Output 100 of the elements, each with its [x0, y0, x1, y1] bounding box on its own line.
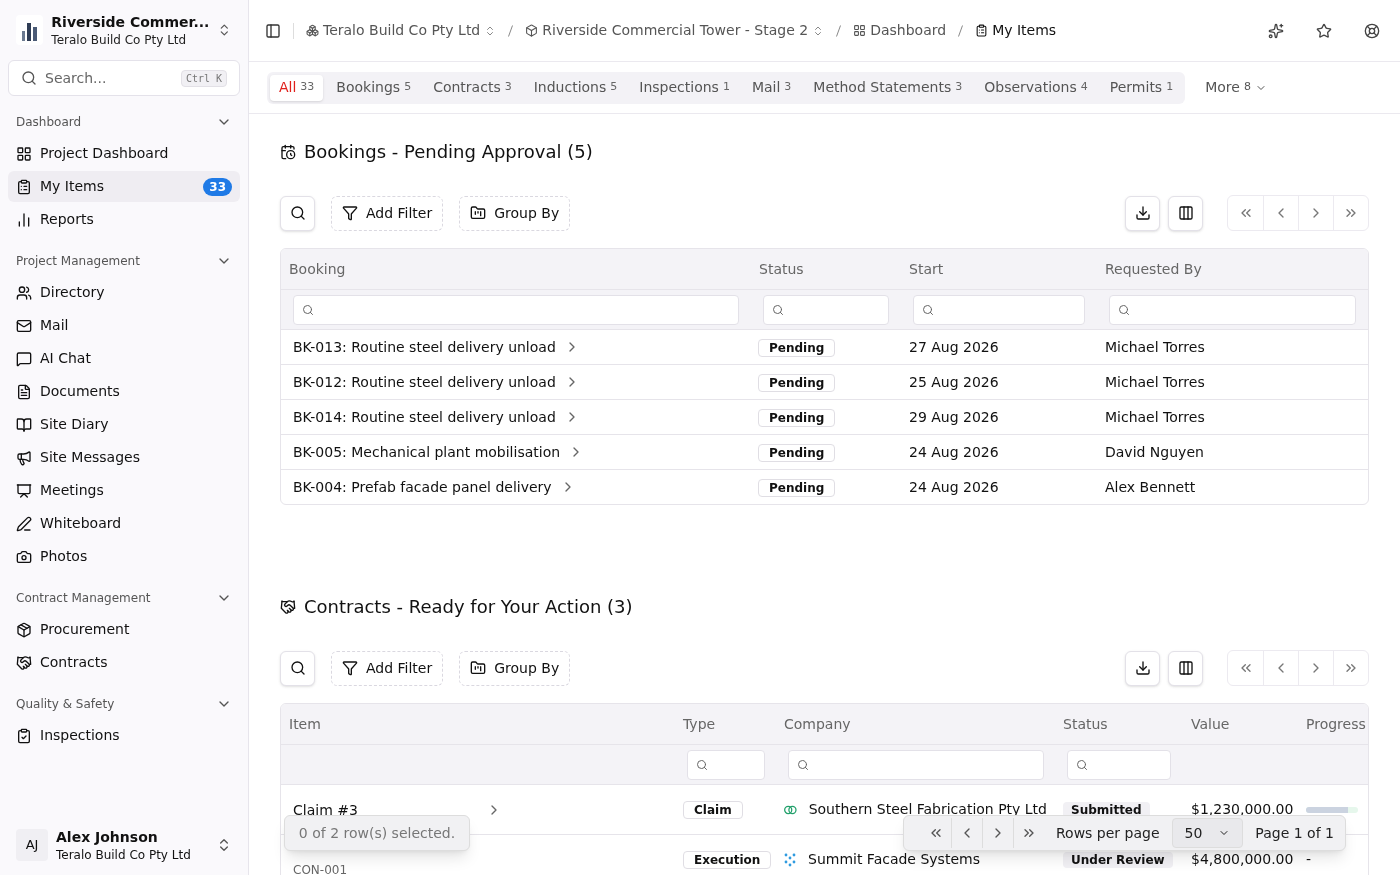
tab[interactable]: Mail 3 — [742, 74, 801, 101]
selection-toast: 0 of 2 row(s) selected. — [284, 815, 470, 851]
breadcrumb[interactable]: Teralo Build Co Pty Ltd — [306, 20, 497, 41]
column-filter-field[interactable] — [1067, 749, 1171, 780]
search-field[interactable]: Search... Ctrl K — [8, 60, 240, 96]
column-header[interactable]: Status — [751, 258, 901, 280]
star-icon[interactable] — [1316, 22, 1332, 39]
rings-logo-icon — [784, 803, 797, 816]
column-header[interactable]: Requested By — [1097, 258, 1368, 280]
column-filter-field[interactable] — [293, 294, 739, 325]
table-cell-text: Michael Torres — [1104, 407, 1206, 427]
nav-item[interactable]: AI Chat — [8, 343, 240, 374]
columns-button[interactable] — [1168, 195, 1203, 231]
tab[interactable]: Method Statements 3 — [804, 74, 972, 101]
book-icon — [16, 416, 32, 433]
status-tag: Pending — [758, 373, 836, 392]
columns-icon — [1177, 660, 1194, 676]
group-by-button[interactable]: Group By — [459, 650, 571, 686]
filter-icon — [342, 660, 358, 676]
users-icon — [16, 284, 32, 301]
project-name: Riverside Commer... — [51, 13, 210, 32]
breadcrumb[interactable]: Riverside Commercial Tower - Stage 2 — [525, 20, 825, 41]
document-icon — [16, 383, 32, 400]
booking-link[interactable]: BK-012: Routine steel delivery unload — [293, 371, 580, 393]
tab[interactable]: Bookings 5 — [327, 74, 421, 101]
tab[interactable]: All 33 — [270, 74, 324, 101]
section-title: Bookings - Pending Approval (5) — [304, 140, 593, 164]
search-input[interactable]: Search... — [45, 67, 173, 89]
cube-icon — [525, 24, 539, 37]
column-header[interactable]: Type — [675, 713, 724, 735]
nav-item[interactable]: Whiteboard — [8, 508, 240, 539]
columns-button[interactable] — [1168, 650, 1203, 686]
count-badge: 33 — [203, 177, 232, 196]
column-header[interactable]: Status — [1055, 713, 1116, 735]
search-button[interactable] — [280, 195, 315, 231]
breadcrumb[interactable]: My Items — [975, 20, 1057, 41]
status-tag: Pending — [758, 443, 836, 462]
nav-item[interactable]: My Items 33 — [8, 171, 240, 202]
add-filter-button[interactable]: Add Filter — [331, 650, 444, 686]
booking-link[interactable]: BK-014: Routine steel delivery unload — [293, 406, 580, 428]
tab[interactable]: Inspections 1 — [630, 74, 739, 101]
search-icon — [302, 303, 314, 316]
nav-item[interactable]: Documents — [8, 376, 240, 407]
breadcrumb-separator — [958, 24, 964, 37]
download-icon — [1134, 660, 1151, 676]
column-filter-field[interactable] — [913, 294, 1085, 325]
tab[interactable]: Inductions 5 — [524, 74, 627, 101]
section-header[interactable]: Quality & Safety — [8, 690, 240, 718]
table-cell-text: 25 Aug 2026 — [908, 372, 1000, 392]
column-header[interactable]: Booking — [281, 258, 751, 280]
more-tabs-button[interactable]: More 8 — [1197, 77, 1275, 98]
tab[interactable]: Permits 1 — [1100, 74, 1183, 101]
nav-item[interactable]: Contracts — [8, 647, 240, 678]
column-header[interactable]: Value — [1183, 713, 1238, 735]
section-header[interactable]: Contract Management — [8, 584, 240, 612]
nav-item[interactable]: Procurement — [8, 614, 240, 645]
nav-item[interactable]: Site Messages — [8, 442, 240, 473]
user-name: Alex Johnson — [56, 828, 159, 847]
table-cell-text: $1,230,000.00 — [1190, 800, 1295, 819]
help-icon[interactable] — [1364, 22, 1380, 39]
column-filter-field[interactable] — [788, 749, 1044, 780]
column-filter-field[interactable] — [763, 294, 889, 325]
column-filter-field[interactable] — [1109, 294, 1356, 325]
nav-item[interactable]: Mail — [8, 310, 240, 341]
nav-item[interactable]: Project Dashboard — [8, 138, 240, 169]
add-filter-button[interactable]: Add Filter — [331, 195, 444, 231]
presentation-icon — [16, 482, 32, 499]
nav-item[interactable]: Site Diary — [8, 409, 240, 440]
search-button[interactable] — [280, 650, 315, 686]
table-cell: - — [1306, 851, 1312, 867]
column-header[interactable]: Start — [901, 258, 1097, 280]
table-cell-text: 24 Aug 2026 — [908, 477, 1000, 497]
section-header[interactable]: Project Management — [8, 247, 240, 275]
chat-icon — [16, 350, 32, 367]
section-header[interactable]: Dashboard — [8, 108, 240, 136]
sparkles-icon[interactable] — [1268, 22, 1284, 39]
column-header[interactable]: Item — [281, 713, 329, 735]
booking-link[interactable]: BK-005: Mechanical plant mobilisation — [293, 441, 585, 463]
column-header[interactable]: Company — [776, 713, 859, 735]
clipboard-check-icon — [16, 727, 32, 744]
nav-item[interactable]: Photos — [8, 541, 240, 572]
nav-item[interactable]: Inspections — [8, 720, 240, 751]
breadcrumb[interactable]: Dashboard — [853, 20, 947, 41]
column-header[interactable]: Progress — [1298, 713, 1368, 735]
grid-icon — [853, 24, 867, 37]
nav-item[interactable]: Reports — [8, 204, 240, 235]
group-by-button[interactable]: Group By — [459, 195, 571, 231]
rows-per-page-select[interactable]: 50 — [1171, 818, 1244, 848]
nav-item[interactable]: Meetings — [8, 475, 240, 506]
download-button[interactable] — [1125, 650, 1160, 686]
tab[interactable]: Contracts 3 — [424, 74, 521, 101]
column-filter-field[interactable] — [687, 749, 765, 780]
booking-link[interactable]: BK-004: Prefab facade panel delivery — [293, 476, 576, 498]
tab[interactable]: Observations 4 — [975, 74, 1097, 101]
download-button[interactable] — [1125, 195, 1160, 231]
booking-link[interactable]: BK-013: Routine steel delivery unload — [293, 336, 580, 358]
table-cell-text: Summit Facade Systems — [808, 850, 980, 869]
sidebar-toggle-icon[interactable] — [265, 22, 281, 39]
table-cell-text: David Nguyen — [1104, 442, 1205, 462]
nav-item[interactable]: Directory — [8, 277, 240, 308]
